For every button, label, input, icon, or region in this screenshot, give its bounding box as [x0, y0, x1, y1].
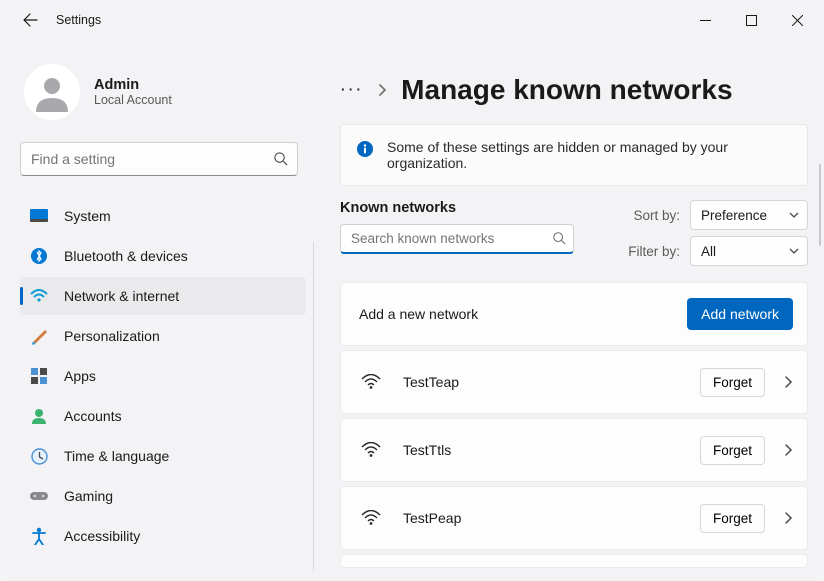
nav-label: Network & internet — [64, 288, 179, 304]
add-network-card: Add a new network Add network — [340, 282, 808, 346]
nav-label: Accessibility — [64, 528, 140, 544]
nav-personalization[interactable]: Personalization — [20, 317, 306, 355]
nav-time-language[interactable]: Time & language — [20, 437, 306, 475]
chevron-right-icon[interactable] — [783, 443, 793, 457]
titlebar: Settings — [0, 0, 824, 40]
nav-system[interactable]: System — [20, 197, 306, 235]
sidebar: Admin Local Account System Bluetooth & d… — [0, 40, 320, 581]
nav-bluetooth[interactable]: Bluetooth & devices — [20, 237, 306, 275]
clock-globe-icon — [30, 448, 48, 465]
forget-button[interactable]: Forget — [700, 436, 765, 465]
minimize-icon — [700, 15, 711, 26]
person-icon — [32, 72, 72, 112]
search-icon — [552, 231, 566, 245]
nav-accounts[interactable]: Accounts — [20, 397, 306, 435]
settings-window: Settings Admin Local Account — [0, 0, 824, 581]
add-network-button[interactable]: Add network — [687, 298, 793, 330]
paintbrush-icon — [30, 327, 48, 345]
wifi-icon — [30, 289, 48, 303]
chevron-right-icon — [377, 83, 387, 97]
known-networks-controls: Known networks Sort by: Preference — [340, 200, 808, 266]
nav-label: System — [64, 208, 111, 224]
main-content: ⋅⋅⋅ Manage known networks Some of these … — [320, 40, 824, 581]
network-row[interactable]: TestTtls Forget — [340, 418, 808, 482]
breadcrumb-overflow[interactable]: ⋅⋅⋅ — [340, 80, 363, 101]
breadcrumb: ⋅⋅⋅ Manage known networks — [340, 74, 818, 106]
filter-by-value: All — [701, 244, 716, 259]
sort-by-value: Preference — [701, 208, 767, 223]
close-button[interactable] — [774, 4, 820, 36]
nav-apps[interactable]: Apps — [20, 357, 306, 395]
sort-by-label: Sort by: — [633, 208, 680, 223]
wifi-icon — [359, 510, 383, 526]
nav-network[interactable]: Network & internet — [20, 277, 306, 315]
apps-icon — [30, 368, 48, 384]
network-row-partial — [340, 554, 808, 568]
chevron-down-icon — [789, 211, 799, 219]
page-title: Manage known networks — [401, 74, 732, 106]
chevron-right-icon[interactable] — [783, 375, 793, 389]
info-icon — [357, 141, 373, 157]
sidebar-divider — [313, 242, 314, 571]
nav-list: System Bluetooth & devices Network & int… — [20, 196, 306, 556]
chevron-down-icon — [789, 247, 799, 255]
arrow-left-icon — [22, 12, 38, 28]
nav-label: Personalization — [64, 328, 160, 344]
forget-button[interactable]: Forget — [700, 504, 765, 533]
profile-name: Admin — [94, 77, 172, 93]
gamepad-icon — [30, 490, 48, 502]
known-networks-heading: Known networks — [340, 200, 574, 216]
maximize-button[interactable] — [728, 4, 774, 36]
nav-label: Gaming — [64, 488, 113, 504]
minimize-button[interactable] — [682, 4, 728, 36]
banner-text: Some of these settings are hidden or man… — [387, 139, 791, 171]
find-setting-input[interactable] — [20, 142, 298, 176]
bluetooth-icon — [30, 248, 48, 264]
display-icon — [30, 209, 48, 223]
nav-accessibility[interactable]: Accessibility — [20, 517, 306, 555]
chevron-right-icon[interactable] — [783, 511, 793, 525]
nav-gaming[interactable]: Gaming — [20, 477, 306, 515]
nav-label: Bluetooth & devices — [64, 248, 188, 264]
nav-label: Time & language — [64, 448, 169, 464]
network-row[interactable]: TestTeap Forget — [340, 350, 808, 414]
accounts-icon — [30, 408, 48, 424]
nav-label: Accounts — [64, 408, 122, 424]
find-setting-search[interactable] — [20, 142, 306, 176]
wifi-icon — [359, 442, 383, 458]
network-list: Add a new network Add network TestTeap F… — [340, 282, 808, 568]
network-name: TestTeap — [403, 374, 459, 390]
maximize-icon — [746, 15, 757, 26]
network-name: TestTtls — [403, 442, 451, 458]
sort-by-select[interactable]: Preference — [690, 200, 808, 230]
scrollbar[interactable] — [819, 164, 821, 246]
wifi-icon — [359, 374, 383, 390]
filter-by-label: Filter by: — [628, 244, 680, 259]
nav-label: Apps — [64, 368, 96, 384]
known-networks-search[interactable] — [340, 224, 574, 254]
avatar — [24, 64, 80, 120]
forget-button[interactable]: Forget — [700, 368, 765, 397]
network-name: TestPeap — [403, 510, 461, 526]
network-row[interactable]: TestPeap Forget — [340, 486, 808, 550]
profile-subtitle: Local Account — [94, 93, 172, 107]
known-networks-search-input[interactable] — [340, 224, 574, 254]
close-icon — [792, 15, 803, 26]
org-managed-banner: Some of these settings are hidden or man… — [340, 124, 808, 186]
accessibility-icon — [30, 527, 48, 545]
back-button[interactable] — [14, 12, 46, 28]
add-network-text: Add a new network — [359, 306, 478, 322]
window-title: Settings — [56, 13, 101, 27]
search-icon — [273, 151, 288, 166]
filter-by-select[interactable]: All — [690, 236, 808, 266]
profile-block[interactable]: Admin Local Account — [24, 64, 306, 120]
